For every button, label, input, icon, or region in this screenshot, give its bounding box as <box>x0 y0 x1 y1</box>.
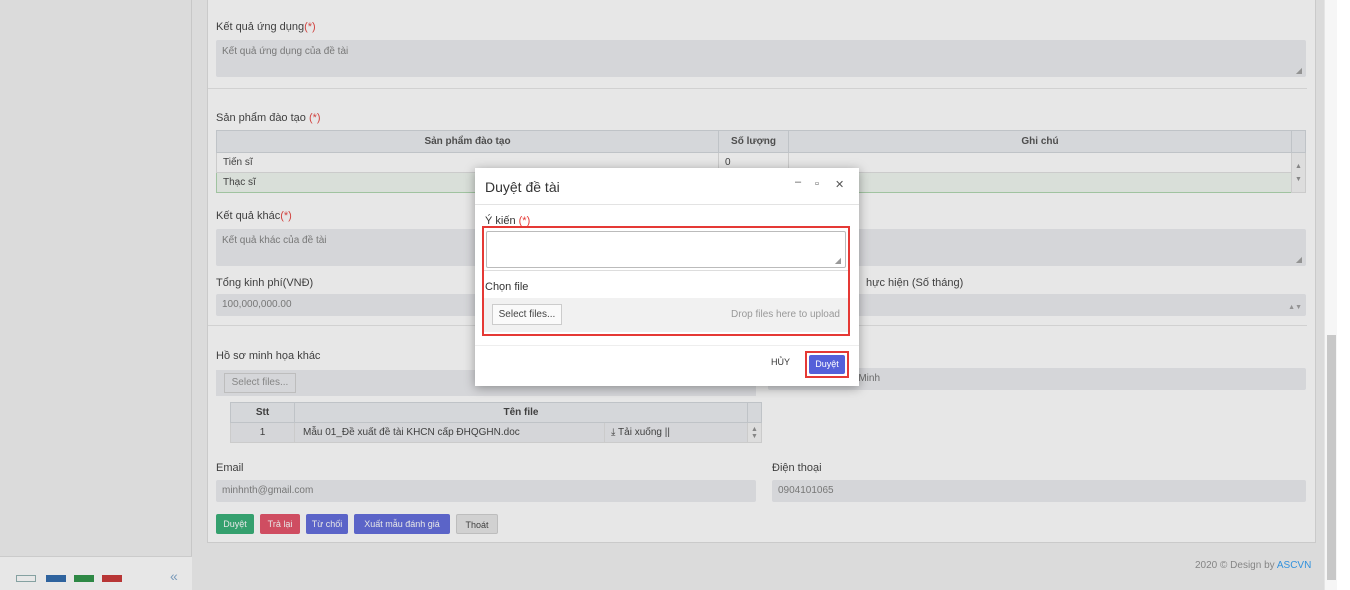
duyet-de-tai-dialog: Duyệt đề tài – ▫ ✕ Ý kiến (*) ◢ Chọn fil… <box>475 168 859 386</box>
minimize-icon[interactable]: – <box>795 176 801 188</box>
resize-handle-icon[interactable]: ◢ <box>835 256 841 265</box>
page-scrollbar[interactable] <box>1324 0 1337 590</box>
chon-file-label: Chọn file <box>485 281 529 293</box>
y-kien-textarea[interactable]: ◢ <box>486 231 846 268</box>
window-edge <box>1337 0 1350 590</box>
dialog-footer-divider <box>475 345 859 346</box>
page-scroll-thumb[interactable] <box>1327 335 1336 580</box>
maximize-icon[interactable]: ▫ <box>815 178 819 190</box>
field-divider <box>484 270 848 271</box>
close-icon[interactable]: ✕ <box>835 178 844 191</box>
drop-hint: Drop files here to upload <box>731 309 840 320</box>
dialog-select-files-button[interactable]: Select files... <box>492 304 562 325</box>
upload-zone[interactable]: Select files... Drop files here to uploa… <box>484 298 848 332</box>
huy-button[interactable]: HỦY <box>771 357 790 367</box>
dialog-divider <box>475 204 859 205</box>
dialog-title: Duyệt đề tài <box>485 179 560 195</box>
dialog-duyet-button[interactable]: Duyệt <box>809 355 845 374</box>
